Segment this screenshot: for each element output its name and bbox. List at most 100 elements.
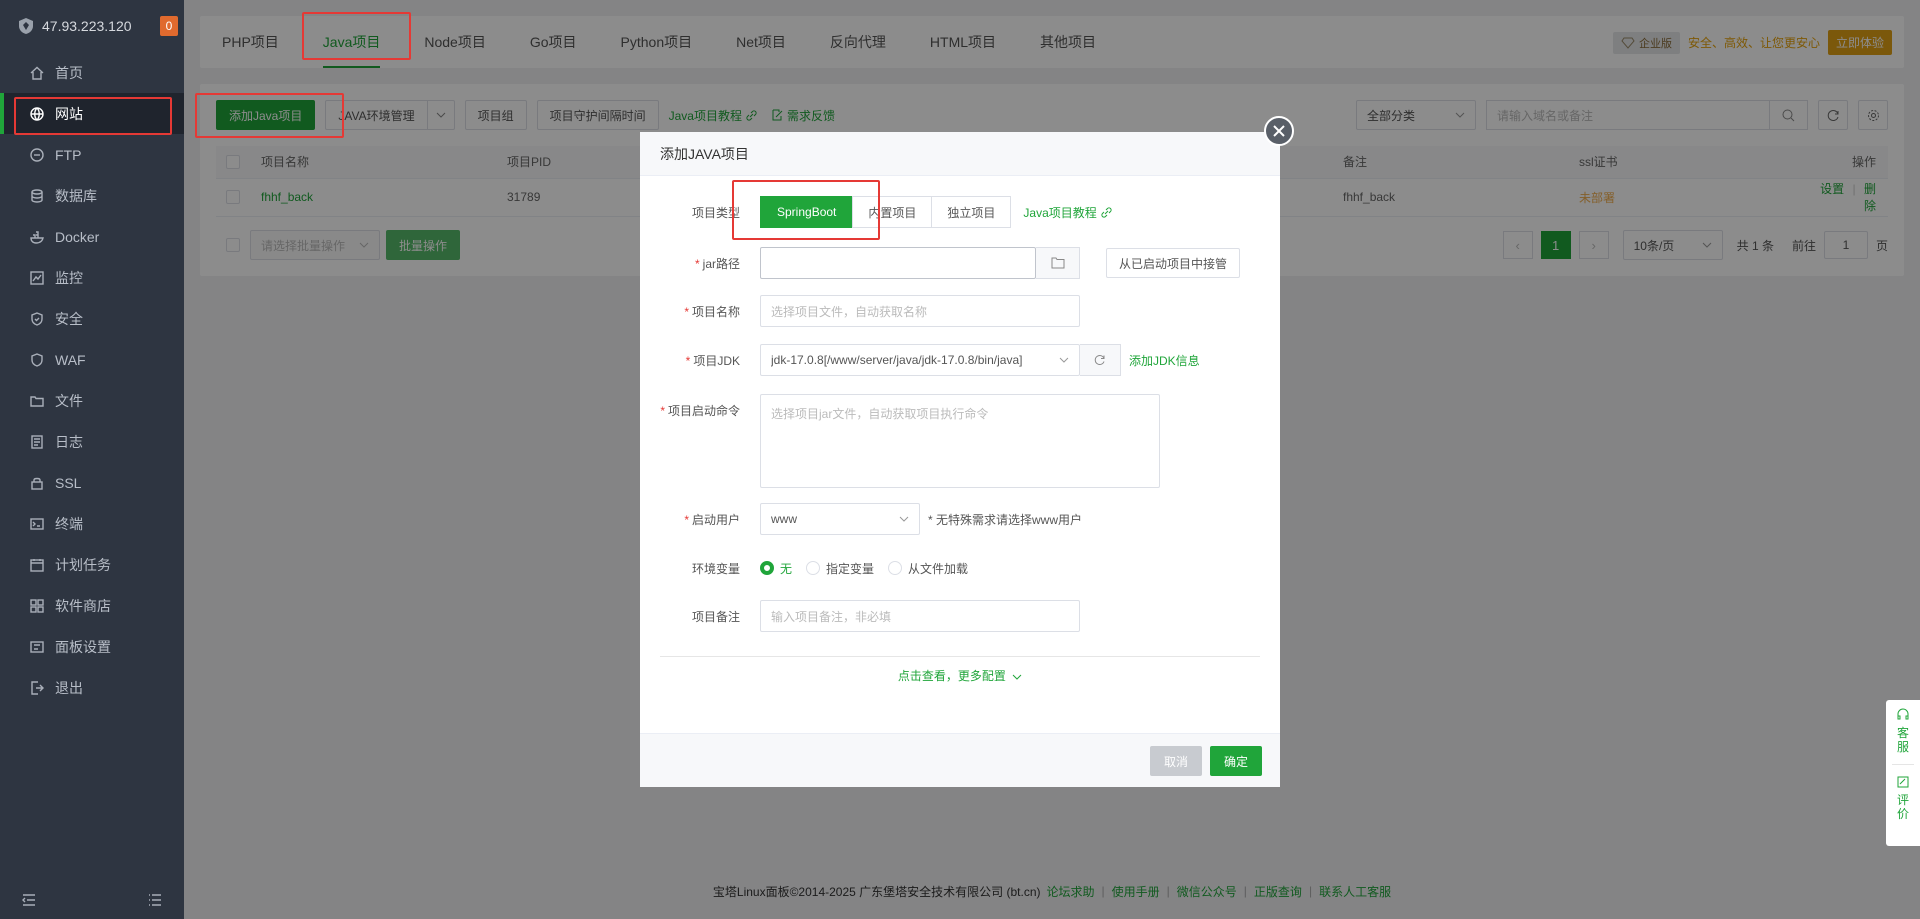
- takeover-button[interactable]: 从已启动项目中接管: [1106, 248, 1241, 278]
- sidebar-item-label: 首页: [55, 64, 83, 81]
- server-ip: 47.93.223.120: [42, 18, 132, 34]
- collapse-menu-icon[interactable]: [22, 893, 36, 907]
- logout-icon: [31, 680, 44, 695]
- jar-path-input[interactable]: [760, 247, 1036, 279]
- sidebar-item-label: 终端: [55, 515, 83, 532]
- sidebar-item-cron[interactable]: 计划任务: [0, 544, 184, 585]
- jdk-row: * 项目JDK jdk-17.0.8[/www/server/java/jdk-1…: [640, 344, 1214, 376]
- calendar-icon: [30, 558, 44, 572]
- start-command-textarea[interactable]: 选择项目jar文件，自动获取项目执行命令: [760, 394, 1160, 488]
- sidebar-item-store[interactable]: 软件商店: [0, 585, 184, 626]
- user-label: * 启动用户: [684, 512, 740, 527]
- remark-input[interactable]: 输入项目备注，非必填: [760, 600, 1080, 632]
- review-button[interactable]: 评价: [1897, 793, 1909, 821]
- env-none-radio[interactable]: 无: [760, 560, 792, 577]
- terminal-icon: [30, 517, 44, 530]
- start-command-row: * 项目启动命令 选择项目jar文件，自动获取项目执行命令: [640, 394, 1160, 488]
- bt-logo-icon: [19, 18, 33, 34]
- name-label: * 项目名称: [684, 304, 740, 319]
- docker-icon: [30, 230, 44, 244]
- sidebar-item-label: 安全: [55, 310, 83, 327]
- sidebar-item-database[interactable]: 数据库: [0, 175, 184, 216]
- sidebar-item-label: Docker: [55, 228, 100, 245]
- env-file-radio[interactable]: 从文件加载: [888, 560, 968, 577]
- env-row: 环境变量 无 指定变量 从文件加载: [640, 552, 982, 584]
- globe-icon: [30, 106, 44, 121]
- cancel-button[interactable]: 取消: [1150, 746, 1203, 776]
- user-hint: * 无特殊需求请选择www用户: [928, 512, 1083, 527]
- sidebar-item-logs[interactable]: 日志: [0, 421, 184, 462]
- sidebar-item-terminal[interactable]: 终端: [0, 503, 184, 544]
- home-icon: [30, 66, 44, 80]
- service-button[interactable]: 客服: [1897, 726, 1909, 754]
- sidebar-item-label: 日志: [55, 433, 83, 450]
- sidebar-item-label: WAF: [55, 351, 86, 368]
- remark-label: 项目备注: [691, 609, 740, 624]
- link-icon: [1101, 206, 1112, 218]
- sidebar-item-monitor[interactable]: 监控: [0, 257, 184, 298]
- start-user-row: * 启动用户 www * 无特殊需求请选择www用户: [640, 503, 1082, 535]
- start-user-select[interactable]: www: [760, 503, 920, 535]
- sidebar-item-ssl[interactable]: SSL: [0, 462, 184, 503]
- sidebar-item-label: 退出: [55, 679, 83, 696]
- sidebar-item-security[interactable]: 安全: [0, 298, 184, 339]
- folder-icon: [30, 395, 44, 407]
- sidebar-item-label: SSL: [55, 474, 82, 491]
- sidebar-item-label: 监控: [55, 269, 83, 286]
- sidebar-item-docker[interactable]: Docker: [0, 216, 184, 257]
- jar-label: * jar路径: [694, 256, 740, 271]
- store-icon: [30, 598, 44, 613]
- sidebar-item-settings[interactable]: 面板设置: [0, 626, 184, 667]
- project-type-segment: SpringBoot 内置项目 独立项目: [760, 196, 1012, 228]
- sidebar-item-waf[interactable]: WAF: [0, 339, 184, 380]
- sidebar-menu: 首页 网站 FTP 数据库 Docker 监控 安全 WAF 文件 日志 SSL…: [0, 52, 184, 708]
- type-standalone[interactable]: 独立项目: [931, 196, 1012, 228]
- sidebar-item-label: 计划任务: [55, 556, 111, 573]
- project-type-row: 项目类型 SpringBoot 内置项目 独立项目 Java项目教程: [640, 196, 1126, 228]
- project-name-row: * 项目名称 选择项目文件，自动获取名称: [640, 295, 1080, 327]
- list-icon[interactable]: [148, 893, 162, 907]
- sidebar-item-label: 软件商店: [55, 597, 111, 614]
- ssl-icon: [31, 477, 43, 490]
- sidebar-item-website[interactable]: 网站: [0, 93, 184, 134]
- remark-row: 项目备注 输入项目备注，非必填: [640, 600, 1080, 632]
- chevron-down-icon: [1012, 674, 1022, 680]
- database-icon: [31, 188, 43, 203]
- more-config-toggle[interactable]: 点击查看，更多配置: [660, 656, 1260, 684]
- type-springboot[interactable]: SpringBoot: [760, 196, 854, 228]
- notification-badge[interactable]: 0: [160, 16, 178, 36]
- sidebar-item-label: FTP: [55, 146, 82, 163]
- cmd-label: * 项目启动命令: [660, 404, 740, 418]
- sidebar-item-ftp[interactable]: FTP: [0, 134, 184, 175]
- headset-icon: [1897, 708, 1909, 720]
- chevron-down-icon: [899, 516, 909, 522]
- browse-jar-button[interactable]: [1036, 247, 1080, 279]
- sidebar-item-label: 面板设置: [55, 638, 111, 655]
- add-jdk-link[interactable]: 添加JDK信息: [1129, 352, 1200, 369]
- sidebar-item-label: 网站: [55, 105, 83, 122]
- sidebar-item-label: 数据库: [55, 187, 97, 204]
- sidebar-item-logout[interactable]: 退出: [0, 667, 184, 708]
- refresh-icon: [1094, 355, 1105, 365]
- settings-icon: [30, 640, 44, 653]
- close-icon: [1273, 125, 1285, 137]
- confirm-button[interactable]: 确定: [1210, 746, 1263, 776]
- env-label: 环境变量: [691, 561, 740, 576]
- refresh-jdk-button[interactable]: [1080, 344, 1121, 376]
- dialog-footer: 取消 确定: [640, 733, 1280, 787]
- review-icon: [1897, 776, 1909, 788]
- server-header: 47.93.223.120 0: [0, 0, 184, 52]
- dialog-tutorial-link[interactable]: Java项目教程: [1023, 204, 1112, 221]
- env-specify-radio[interactable]: 指定变量: [806, 560, 874, 577]
- project-name-input[interactable]: 选择项目文件，自动获取名称: [760, 295, 1080, 327]
- ftp-icon: [30, 147, 44, 162]
- sidebar-item-files[interactable]: 文件: [0, 380, 184, 421]
- sidebar-item-home[interactable]: 首页: [0, 52, 184, 93]
- folder-icon: [1051, 257, 1064, 269]
- log-icon: [31, 434, 43, 449]
- type-label: 项目类型: [691, 205, 740, 220]
- add-java-project-dialog: 添加JAVA项目 项目类型 SpringBoot 内置项目 独立项目 Java项…: [640, 116, 1294, 787]
- type-builtin[interactable]: 内置项目: [852, 196, 933, 228]
- dialog-close-button[interactable]: [1264, 116, 1294, 146]
- jdk-select[interactable]: jdk-17.0.8[/www/server/java/jdk-17.0.8/b…: [760, 344, 1080, 376]
